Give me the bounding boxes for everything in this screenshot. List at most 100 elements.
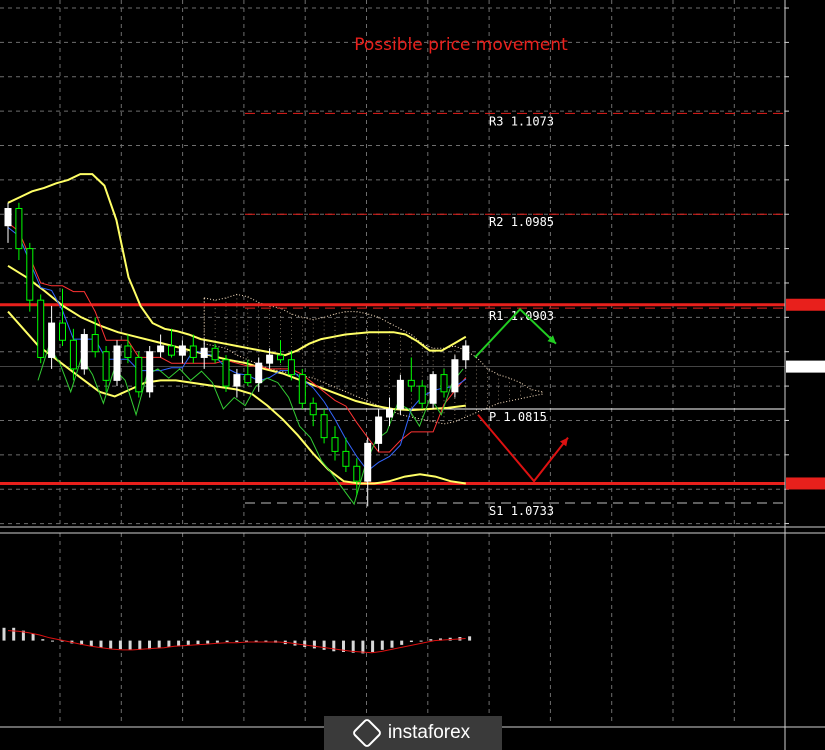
macd-bar [206,640,210,644]
macd-bar [361,640,365,654]
candle-body [48,322,56,358]
macd-bar [380,640,384,650]
resistance-price-label-box [786,298,825,311]
candle-body [407,379,415,387]
candle-body [59,322,66,341]
macd-bar [245,640,248,642]
background [0,0,825,750]
candle-body [189,345,197,358]
candle-body [15,208,23,250]
candle-body [287,359,295,376]
candle-body [342,450,350,467]
macd-bar [196,640,200,645]
macd-bar [186,640,190,645]
macd-bar [215,640,219,643]
candle-body [375,416,383,444]
candle-body [80,334,88,370]
candle-body [440,374,448,393]
candle-body [168,345,175,356]
candle-body [211,347,219,361]
current-price-label-box [786,360,825,373]
pivot-label-R3: R3 1.1073 [489,114,554,128]
candle-body [331,437,339,452]
chart-title: Possible price movement [354,35,568,55]
macd-bar [51,640,54,642]
macd-bar [89,640,93,647]
macd-bar [322,640,326,650]
macd-bar [371,640,375,652]
macd-bar [225,640,229,643]
pivot-label-R2: R2 1.0985 [489,215,554,229]
macd-bar [109,640,113,649]
candle-body [353,465,361,482]
candle-body [266,354,274,364]
logo-icon [351,717,383,749]
pivot-value: 1.0733 [511,504,554,518]
candle-body [255,362,263,384]
macd-bar [419,640,423,642]
candle-body [396,379,404,410]
candle-body [462,345,470,361]
macd-bar [177,640,181,647]
macd-bar [12,627,16,641]
macd-bar [264,640,268,642]
candle-body [157,345,165,353]
macd-bar [400,640,404,645]
pivot-label-P: P 1.0815 [489,410,547,424]
candle-body [69,339,77,370]
candle-body [364,442,372,482]
pivot-value: 1.0985 [511,215,554,229]
candle-body [244,374,252,384]
macd-bar [148,640,151,650]
candle-body [124,345,132,358]
candle-body [222,359,230,387]
logo-text: instaforex [387,722,471,743]
pivot-label-S1: S1 1.0733 [489,504,554,518]
candle-body [37,299,45,358]
macd-bar [138,640,142,650]
macd-bar [99,640,103,648]
macd-bar [167,640,171,648]
pivot-value: 1.0815 [503,410,546,424]
pivot-name: S1 [489,504,511,518]
macd-bar [254,640,258,642]
macd-bar [390,640,394,648]
macd-bar [429,639,433,641]
candle-body [91,334,99,353]
macd-bar [128,640,132,650]
candle-body [386,408,393,418]
macd-bar [2,627,6,641]
pivot-name: R2 [489,215,511,229]
macd-bar [31,633,35,641]
macd-bar [303,640,307,648]
candle-body [135,356,143,393]
candle-body [233,374,241,387]
pivot-value: 1.1073 [511,114,554,128]
candle-body [4,208,12,227]
candle-body [277,354,284,361]
candle-body [429,374,437,404]
candle-body [309,402,317,416]
macd-bar [235,640,239,643]
candle-body [102,351,110,381]
candle-body [320,414,328,439]
price-chart: R3 1.1073R2 1.0985R1 1.0903P 1.0815S1 1.… [0,0,825,750]
pivot-name: P [489,410,503,424]
candle-body [178,345,186,356]
candle-body [451,359,459,393]
macd-bar [312,640,316,649]
support-price-label-box [786,477,825,490]
macd-bar [468,636,472,641]
grid-lines [0,0,825,750]
macd-bar [409,640,413,643]
instaforex-logo: instaforex [324,716,502,750]
candle-body [146,351,154,393]
pivot-name: R3 [489,114,511,128]
macd-bar [332,640,336,652]
candle-body [26,248,34,301]
macd-bar [118,640,122,650]
macd-bar [41,639,45,641]
candle-body [418,385,426,404]
candle-body [200,347,208,358]
candle-body [113,345,121,381]
